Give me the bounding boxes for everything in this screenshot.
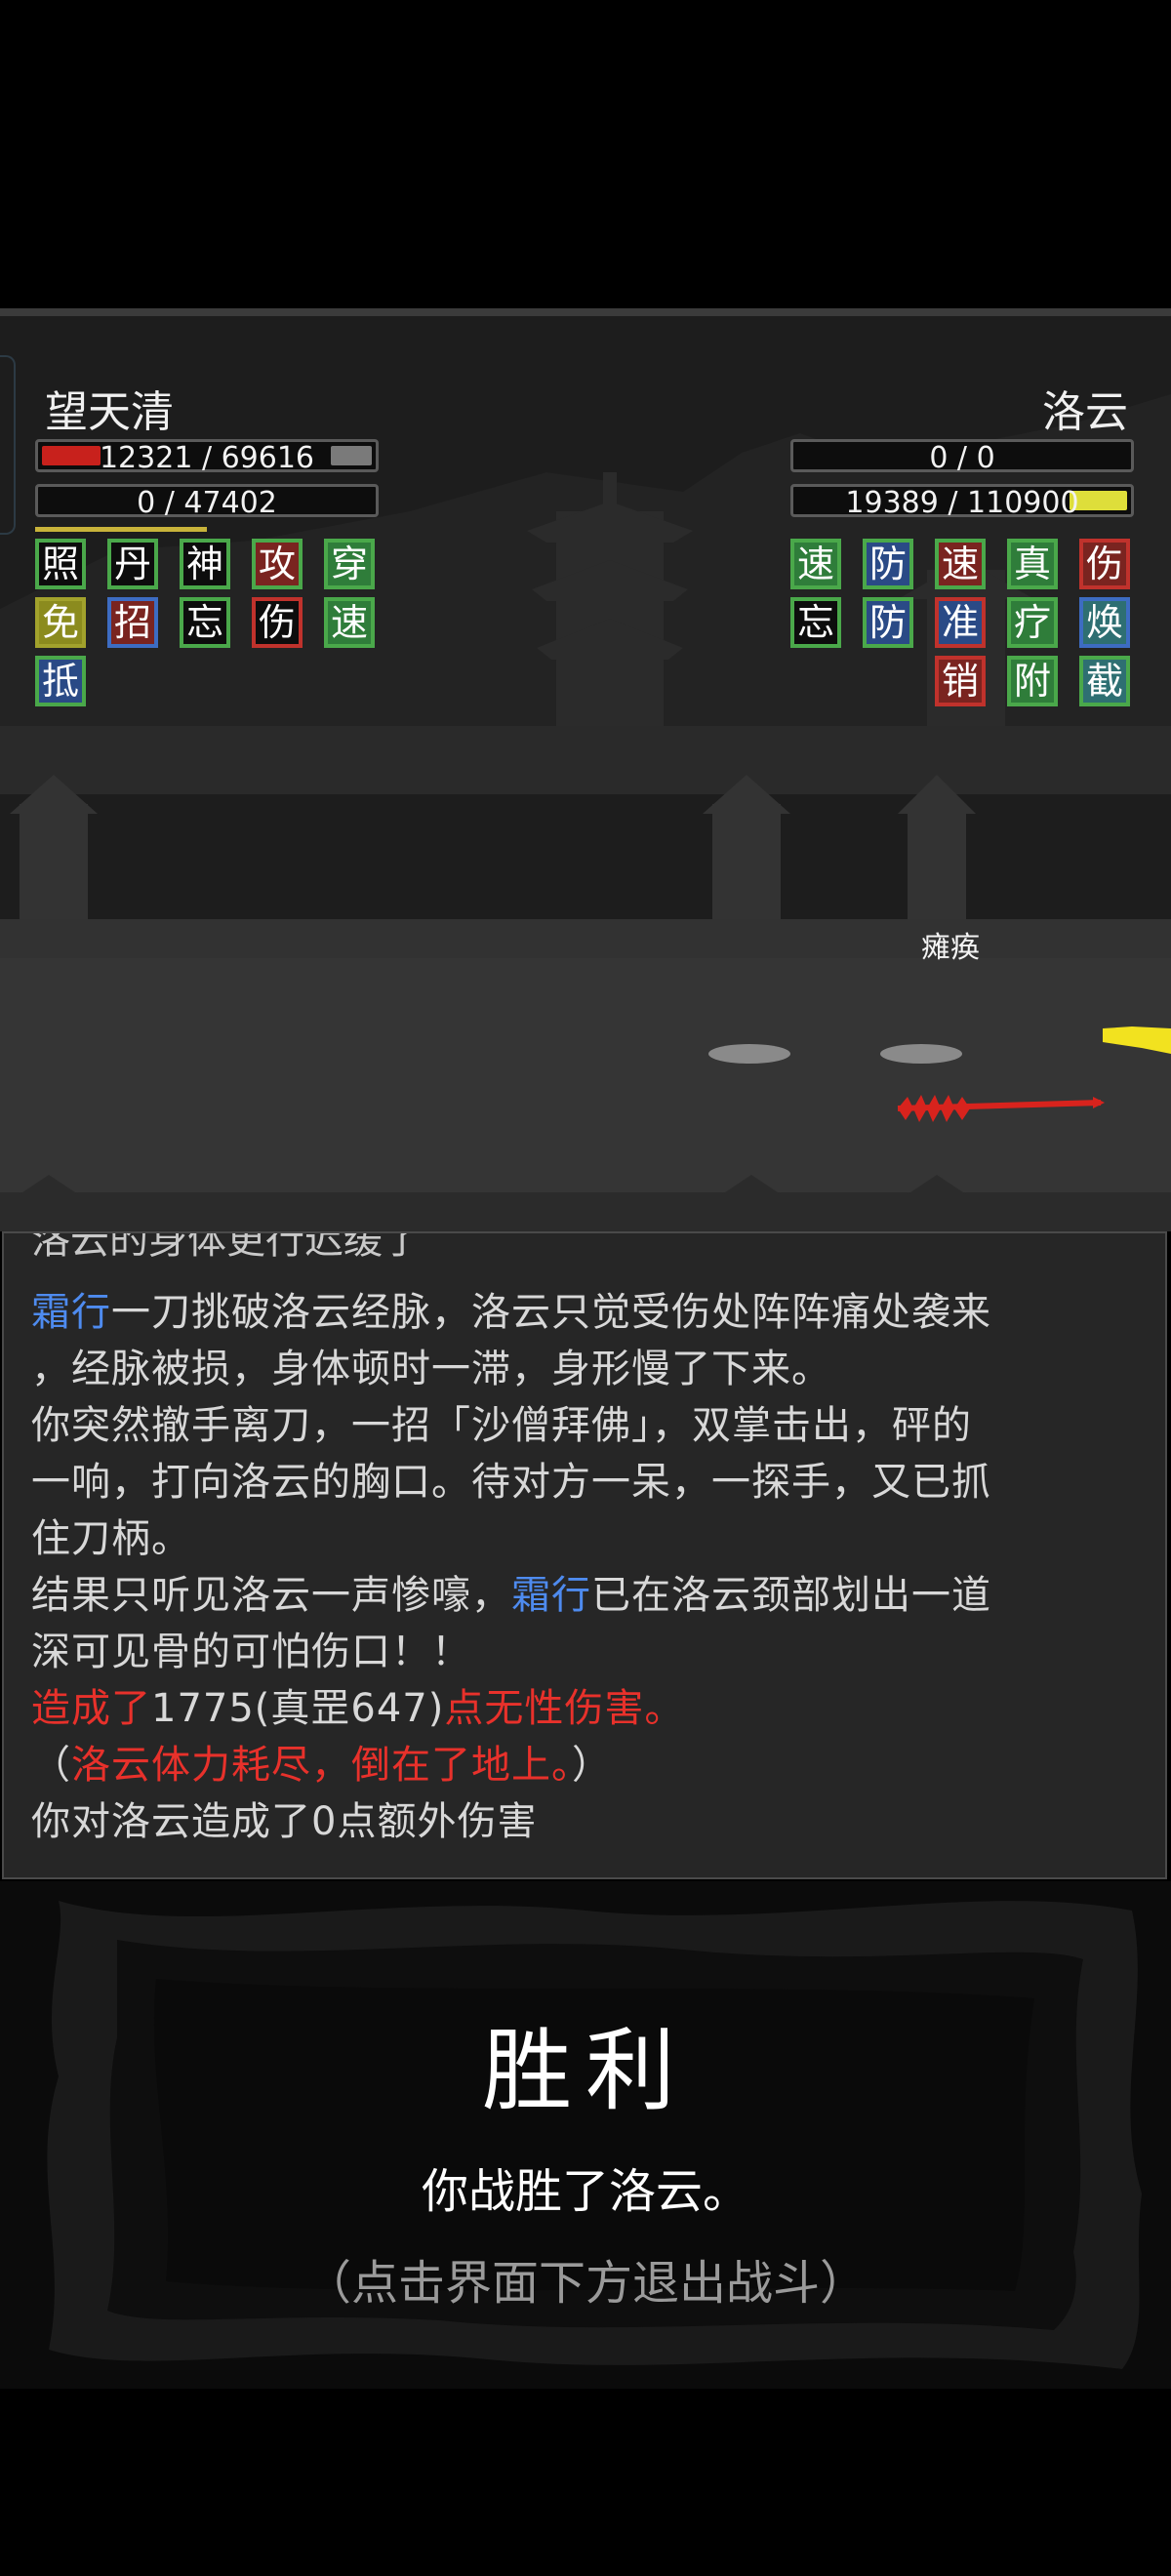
enemy-hp-bar: 0 / 0: [790, 439, 1134, 475]
battle-scene[interactable]: 望天清 12321 / 69616 0 / 47402 照 丹 神 攻 穿 免 …: [0, 316, 1171, 1231]
log-line-cut: 洛云的身体更行迟缓了: [31, 1231, 422, 1263]
player-hp-text: 12321 / 69616: [99, 441, 315, 475]
player-mp-bar: 0 / 47402: [35, 484, 379, 520]
player-hp-bar: 12321 / 69616: [35, 439, 379, 475]
player-mp-text: 0 / 47402: [137, 486, 277, 520]
player-buff-icon[interactable]: 攻: [252, 539, 303, 589]
enemy-hp-text: 0 / 0: [929, 441, 995, 475]
enemy-name: 洛云: [1042, 387, 1128, 437]
log-text: 已在洛云颈部划出一道: [591, 1573, 991, 1618]
battle-log[interactable]: 洛云的身体更行迟缓了 霜行一刀挑破洛云经脉，洛云只觉受伤处阵阵痛处袭来 ，经脉被…: [2, 1231, 1167, 1879]
enemy-mp-text: 19389 / 110900: [845, 486, 1079, 520]
log-damage-line: 造成了1775(真罡647)点无性伤害。: [31, 1676, 684, 1733]
ink-brush-frame: [0, 1881, 1171, 2389]
enemy-buff-icon[interactable]: 防: [863, 597, 913, 648]
side-drawer-handle[interactable]: [0, 355, 16, 535]
bottom-exit-area[interactable]: [0, 2389, 1171, 2576]
player-name: 望天清: [45, 387, 174, 437]
enemy-buff-icon[interactable]: 防: [863, 539, 913, 589]
log-text: ）: [572, 1743, 612, 1788]
log-line: ，经脉被损，身体顿时一滞，身形慢了下来。: [31, 1347, 831, 1391]
player-buff-icon[interactable]: 抵: [35, 656, 86, 706]
log-line: 你对洛云造成了0点额外伤害: [31, 1799, 538, 1844]
log-line: 一响，打向洛云的胸口。待对方一呆，一探手，又已抓: [31, 1460, 991, 1505]
player-energy-line: [35, 527, 207, 532]
enemy-status-label: 瘫痪: [921, 931, 980, 965]
victory-panel[interactable]: 胜利 你战胜了洛云。 （点击界面下方退出战斗）: [0, 1881, 1171, 2389]
log-line: 你突然撤手离刀，一招「沙僧拜佛」，双掌击出，砰的: [31, 1403, 972, 1448]
log-text: 点无性伤害。: [444, 1686, 685, 1731]
log-text: 造成了: [31, 1686, 151, 1731]
log-line: 霜行一刀挑破洛云经脉，洛云只觉受伤处阵阵痛处袭来: [31, 1280, 991, 1337]
log-text: 洛云体力耗尽，倒在了地上。: [71, 1743, 572, 1788]
player-buff-icon[interactable]: 忘: [180, 597, 230, 648]
enemy-buff-icon[interactable]: 焕: [1079, 597, 1130, 648]
exit-battle-hint[interactable]: （点击界面下方退出战斗）: [0, 2244, 1171, 2313]
top-blank-area: [0, 0, 1171, 308]
log-line: （洛云体力耗尽，倒在了地上。）: [31, 1733, 612, 1790]
enemy-buff-icon[interactable]: 准: [935, 597, 986, 648]
enemy-buff-icon[interactable]: 速: [935, 539, 986, 589]
enemy-buff-icon[interactable]: 速: [790, 539, 841, 589]
player-buff-icon[interactable]: 照: [35, 539, 86, 589]
enemy-mp-bar: 19389 / 110900: [790, 484, 1134, 520]
log-text: 一刀挑破洛云经脉，洛云只觉受伤处阵阵痛处袭来: [111, 1290, 991, 1335]
player-buff-icon[interactable]: 伤: [252, 597, 303, 648]
player-buff-icon[interactable]: 穿: [324, 539, 375, 589]
log-text: （: [31, 1743, 71, 1788]
enemy-buff-icon[interactable]: 附: [1007, 656, 1058, 706]
top-divider: [0, 308, 1171, 316]
enemy-buff-icon[interactable]: 伤: [1079, 539, 1130, 589]
player-buff-icon[interactable]: 丹: [107, 539, 158, 589]
enemy-buff-icon[interactable]: 截: [1079, 656, 1130, 706]
player-buff-icon[interactable]: 免: [35, 597, 86, 648]
log-line: 深可见骨的可怕伤口！！: [31, 1630, 471, 1674]
log-character-name: 霜行: [31, 1290, 111, 1335]
log-text: 结果只听见洛云一声惨嚎，: [31, 1573, 511, 1618]
enemy-buff-icon[interactable]: 销: [935, 656, 986, 706]
player-buff-icon[interactable]: 神: [180, 539, 230, 589]
victory-subtitle: 你战胜了洛云。: [421, 2164, 749, 2219]
log-character-name: 霜行: [511, 1573, 591, 1618]
enemy-buff-icon[interactable]: 忘: [790, 597, 841, 648]
log-damage-value: 1775(真罡647): [151, 1686, 445, 1731]
log-line: 住刀柄。: [31, 1516, 191, 1561]
enemy-buff-icon[interactable]: 疗: [1007, 597, 1058, 648]
enemy-buff-icon[interactable]: 真: [1007, 539, 1058, 589]
player-buff-icon[interactable]: 速: [324, 597, 375, 648]
log-line: 结果只听见洛云一声惨嚎，霜行已在洛云颈部划出一道: [31, 1563, 991, 1620]
player-buff-icon[interactable]: 招: [107, 597, 158, 648]
victory-title: 胜利: [481, 2019, 689, 2123]
